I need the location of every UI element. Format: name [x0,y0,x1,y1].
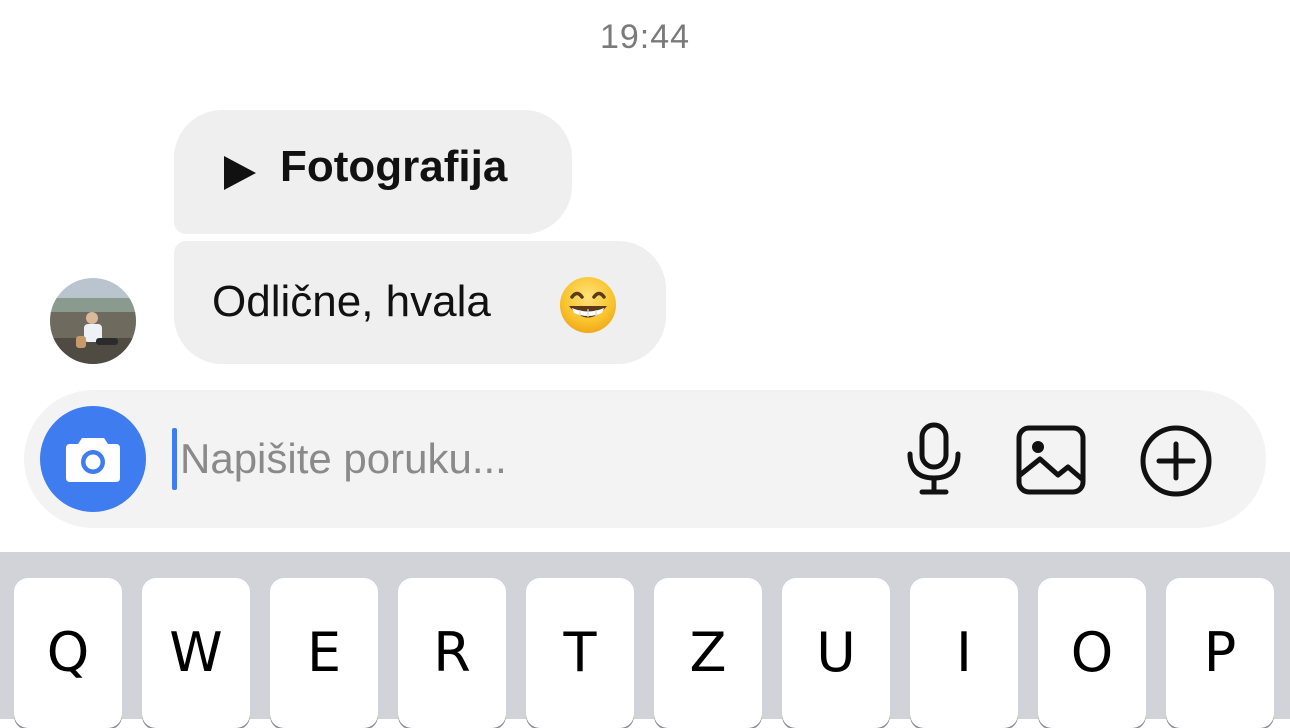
message-text: Odlične, hvala [212,277,491,326]
message-timestamp: 19:44 [599,18,691,56]
text-message-bubble[interactable]: Odlične, hvala [174,241,666,364]
key-u[interactable]: U [782,578,890,728]
key-e[interactable]: E [270,578,378,728]
photo-message-bubble[interactable]: Fotografija [174,110,572,234]
key-i[interactable]: I [910,578,1018,728]
key-w[interactable]: W [142,578,250,728]
photo-message-label: Fotografija [280,142,508,191]
gallery-icon[interactable] [1016,425,1086,495]
message-input[interactable] [180,424,880,494]
key-z[interactable]: Z [654,578,762,728]
key-o[interactable]: O [1038,578,1146,728]
microphone-icon[interactable] [902,422,966,496]
key-t[interactable]: T [526,578,634,728]
text-caret [172,428,177,490]
keyboard: Q W E R T Z U I O P [0,552,1290,728]
avatar[interactable] [50,278,136,364]
add-icon[interactable] [1139,424,1213,498]
grinning-emoji-icon [560,277,616,333]
camera-button[interactable] [40,406,146,512]
key-p[interactable]: P [1166,578,1274,728]
play-icon [224,156,256,190]
message-composer [24,390,1266,528]
key-r[interactable]: R [398,578,506,728]
camera-icon [66,438,120,482]
key-q[interactable]: Q [14,578,122,728]
